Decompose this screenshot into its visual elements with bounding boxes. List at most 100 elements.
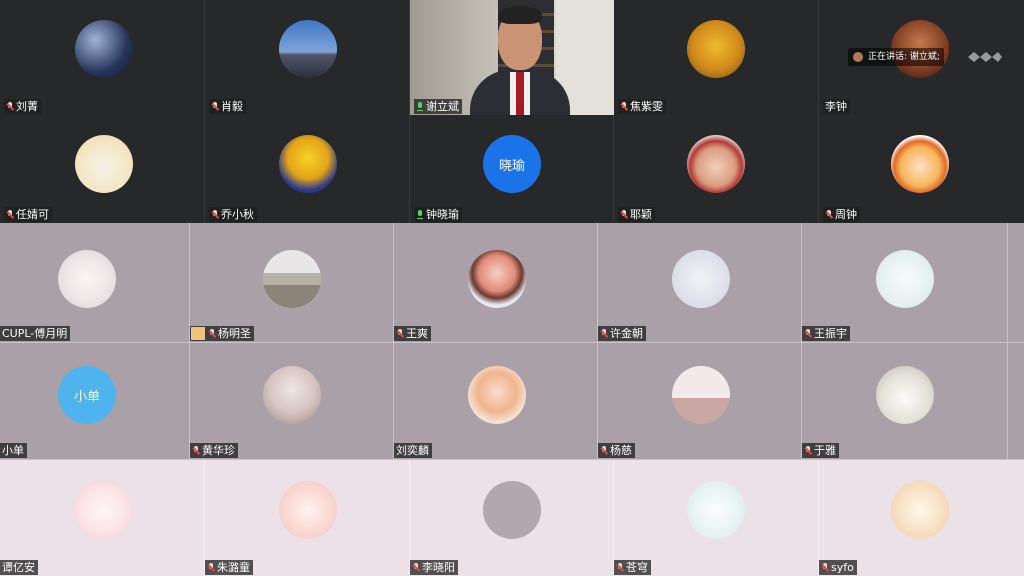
avatar [891,481,949,539]
active-speaker-video[interactable]: 谢立斌 [410,0,614,115]
video-person-hair [498,6,542,24]
participant-name-tag: 于雅 [802,443,839,458]
participant-tile[interactable]: CUPL-傅月明 [0,223,190,343]
participant-tile[interactable]: 杨明圣 [190,223,394,343]
participant-name: CUPL-傅月明 [2,327,68,340]
avatar [279,20,337,78]
participant-name-tag: 小单 [0,443,27,458]
participant-name-tag: 刘菁 [4,99,41,114]
participant-name: 杨明圣 [218,327,251,340]
mic-muted-icon [825,210,833,219]
avatar [687,20,745,78]
participant-name-tag: 苍穹 [614,560,651,575]
participant-name: 乔小秋 [221,208,254,221]
mic-muted-icon [6,210,14,219]
mic-active-icon [416,210,424,219]
video-conference-gallery: 刘菁 肖毅 谢立斌 焦紫雯 李钟 正在讲话: 谢立斌; 任婧可 乔小秋 晓瑜 钟… [0,0,1024,576]
participant-tile[interactable]: 周钟 [819,115,1024,223]
mic-muted-icon [207,563,215,572]
speaking-indicator: 正在讲话: 谢立斌; [848,48,944,66]
participant-tile[interactable]: 刘菁 [0,0,205,115]
participant-tile[interactable]: 于雅 [802,343,1008,460]
participant-tile[interactable]: 小单 小单 [0,343,190,460]
avatar [468,250,526,308]
participant-name: 黄华珍 [202,444,235,457]
avatar [687,135,745,193]
avatar [263,366,321,424]
avatar [263,250,321,308]
mic-muted-icon [620,102,628,111]
participant-tile[interactable]: 耶颖 [614,115,819,223]
avatar [74,481,132,539]
participant-row-1: 刘菁 肖毅 谢立斌 焦紫雯 李钟 正在讲话: 谢立斌; [0,0,1024,115]
participant-tile[interactable]: 晓瑜 钟晓瑜 [410,115,614,223]
avatar [891,135,949,193]
participant-tile-partial[interactable] [1008,223,1024,343]
participant-name-tag: 乔小秋 [209,207,257,222]
avatar-initials: 小单 [73,389,100,405]
avatar: 小单 [58,366,116,424]
participant-name-tag: 焦紫雯 [618,99,666,114]
avatar [672,250,730,308]
participant-tile[interactable]: 乔小秋 [205,115,410,223]
participant-name: 谭亿安 [2,561,35,574]
participant-name: 王振宇 [814,327,847,340]
participant-name-tag: 杨慈 [598,443,635,458]
participant-tile-partial[interactable] [1008,343,1024,460]
signal-icon [968,52,1002,62]
participant-tile[interactable]: 朱潞童 [205,460,410,576]
participant-name: 杨慈 [610,444,632,457]
participant-name: 刘菁 [16,100,38,113]
participant-tile[interactable]: 王爽 [394,223,598,343]
participant-row-4: 小单 小单 黄华珍 刘奕麟 杨慈 于雅 [0,343,1024,460]
mic-active-icon [416,102,424,111]
participant-name-tag: CUPL-傅月明 [0,326,71,341]
participant-tile[interactable]: 许金朝 [598,223,802,343]
avatar [876,366,934,424]
participant-name-tag: 钟晓瑜 [414,207,462,222]
participant-tile[interactable]: 李晓阳 [410,460,614,576]
mic-muted-icon [211,210,219,219]
participant-name-tag: 耶颖 [618,207,655,222]
video-person-tie [510,72,530,115]
participant-name: 苍穹 [626,561,648,574]
participant-tile[interactable]: 杨慈 [598,343,802,460]
avatar [75,135,133,193]
avatar [279,481,337,539]
participant-tile[interactable]: 肖毅 [205,0,410,115]
participant-name: 焦紫雯 [630,100,663,113]
participant-name: syfo [831,561,854,574]
participant-name-tag: 刘奕麟 [394,443,432,458]
avatar [279,135,337,193]
participant-row-2: 任婧可 乔小秋 晓瑜 钟晓瑜 耶颖 周钟 [0,115,1024,223]
participant-tile[interactable]: syfo [819,460,1024,576]
avatar [687,481,745,539]
mic-muted-icon [208,329,216,338]
participant-row-5: 谭亿安 朱潞童 李晓阳 苍穹 syfo [0,460,1024,576]
participant-tile[interactable]: 焦紫雯 [614,0,819,115]
participant-name: 钟晓瑜 [426,208,459,221]
participant-name-tag: 周钟 [823,207,860,222]
participant-tile[interactable]: 王振宇 [802,223,1008,343]
participant-name-tag: 朱潞童 [205,560,253,575]
avatar [58,250,116,308]
mic-muted-icon [620,210,628,219]
participant-name: 朱潞童 [217,561,250,574]
participant-tile[interactable]: 刘奕麟 [394,343,598,460]
participant-name: 小单 [2,444,24,457]
user-emoji-icon [191,327,205,340]
avatar [876,250,934,308]
participant-tile[interactable]: 黄华珍 [190,343,394,460]
mic-muted-icon [600,446,608,455]
avatar [75,20,133,78]
participant-name-tag: syfo [819,560,857,575]
mic-muted-icon [804,446,812,455]
participant-name: 许金朝 [610,327,643,340]
participant-tile[interactable]: 任婧可 [0,115,205,223]
mic-muted-icon [412,563,420,572]
participant-name-tag: 李晓阳 [410,560,458,575]
participant-tile[interactable]: 苍穹 [614,460,819,576]
participant-tile[interactable]: 谭亿安 [0,460,205,576]
mic-muted-icon [6,102,14,111]
participant-name-tag: 谭亿安 [0,560,38,575]
